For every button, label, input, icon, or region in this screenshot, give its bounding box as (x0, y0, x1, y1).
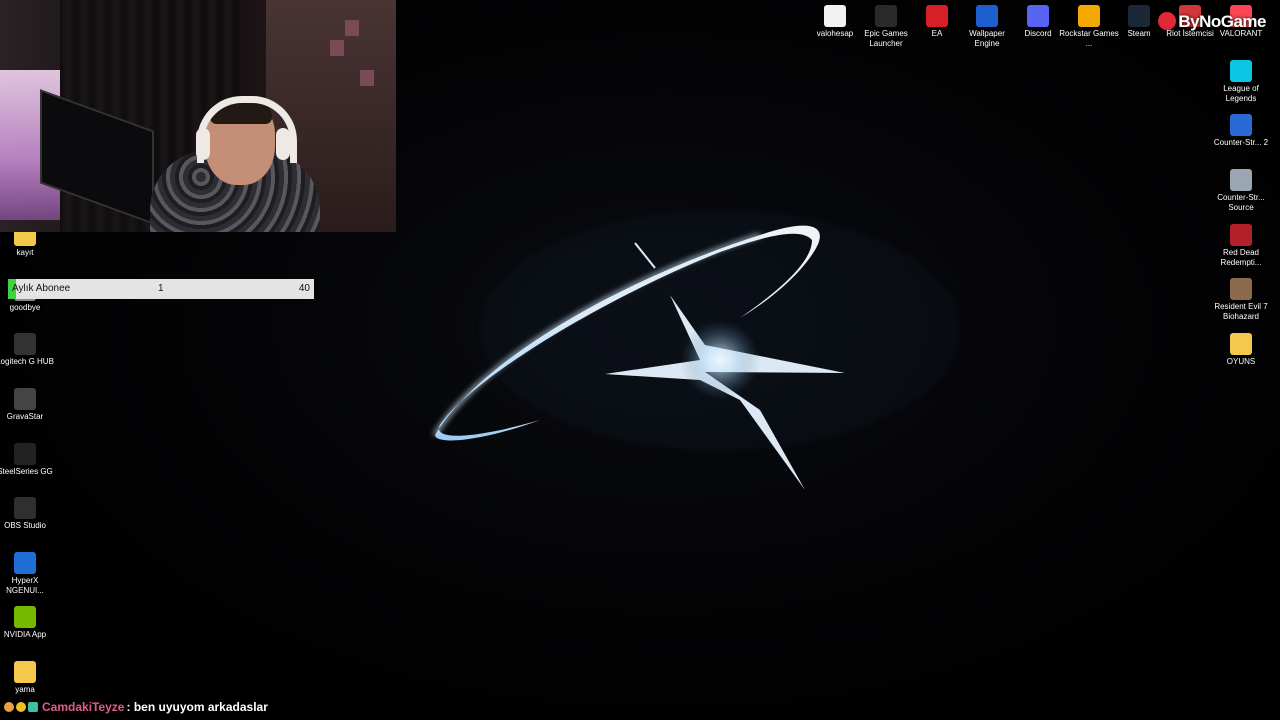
wallpaper-engine-icon (976, 5, 998, 27)
re7-icon (1230, 278, 1252, 300)
webcam-poster (345, 20, 359, 36)
rdr-icon (1230, 224, 1252, 246)
epic-games-icon (875, 5, 897, 27)
gravastar-icon (14, 388, 36, 410)
desktop-shortcut-logitech[interactable]: Logitech G HUB (0, 333, 56, 367)
shortcut-label: goodbye (9, 303, 41, 312)
hyperx-icon (14, 552, 36, 574)
cs2-icon (1230, 114, 1252, 136)
subscriber-goal-bar: Aylık Abonee 1 40 (8, 279, 314, 299)
folder-icon (1230, 333, 1252, 355)
shortcut-label: Red Dead Redempti... (1220, 248, 1262, 267)
desktop-shortcut-folder[interactable]: yama (0, 661, 56, 695)
obs-icon (14, 497, 36, 519)
goal-target: 40 (298, 283, 310, 294)
badge-icon (16, 702, 26, 712)
badge-icon (28, 702, 38, 712)
desktop-shortcut-league[interactable]: League of Legends (1210, 60, 1272, 104)
desktop-shortcut-cs2[interactable]: Counter-Str... 2 (1210, 114, 1272, 148)
goal-current: 1 (158, 283, 164, 294)
shortcut-label: kayıt (16, 248, 34, 257)
desktop-shortcut-folder[interactable]: OYUNS (1210, 333, 1272, 367)
logitech-icon (14, 333, 36, 355)
text-file-icon (824, 5, 846, 27)
desktop-shortcut-re7[interactable]: Resident Evil 7 Biohazard (1210, 278, 1272, 322)
shortcut-label: yama (15, 685, 35, 694)
desktop-shortcut-rdr[interactable]: Red Dead Redempti... (1210, 224, 1272, 268)
chat-message: CamdakiTeyze : ben uyuyom arkadaslar (4, 700, 268, 714)
nvidia-icon (14, 606, 36, 628)
css-icon (1230, 169, 1252, 191)
steelseries-icon (14, 443, 36, 465)
shortcut-label: OBS Studio (4, 521, 46, 530)
watermark-text: ByNoGame (1178, 12, 1266, 31)
shortcut-label: SteelSeries GG (0, 467, 53, 476)
webcam-poster (360, 70, 374, 86)
webcam-headset-cup (276, 128, 290, 160)
goal-label: Aylık Abonee (12, 283, 71, 294)
chat-username: CamdakiTeyze (42, 700, 125, 714)
shortcut-label: Resident Evil 7 Biohazard (1214, 302, 1268, 321)
shortcut-label: GravaStar (6, 412, 44, 421)
watermark: ByNoGame (1158, 12, 1266, 32)
desktop-shortcut-obs[interactable]: OBS Studio (0, 497, 56, 531)
discord-icon (1027, 5, 1049, 27)
steam-icon (1128, 5, 1150, 27)
shortcut-label: Counter-Str... Source (1217, 193, 1265, 212)
shortcut-label: NVIDIA App (3, 630, 47, 639)
desktop-shortcut-steelseries[interactable]: SteelSeries GG (0, 443, 56, 477)
ea-icon (926, 5, 948, 27)
shortcut-label: OYUNS (1226, 357, 1256, 366)
webcam-headset-cup (196, 128, 210, 160)
chat-text: : ben uyuyom arkadaslar (126, 700, 268, 714)
league-icon (1230, 60, 1252, 82)
shortcut-label: HyperX NGENUI... (6, 576, 44, 595)
desktop-shortcut-css[interactable]: Counter-Str... Source (1210, 169, 1272, 213)
rockstar-icon (1078, 5, 1100, 27)
shortcut-label: League of Legends (1223, 84, 1259, 103)
desktop-shortcut-nvidia[interactable]: NVIDIA App (0, 606, 56, 640)
desktop[interactable]: valohesap Epic Games Launcher EA Wallpaper … (0, 0, 1280, 720)
desktop-shortcut-gravastar[interactable]: GravaStar (0, 388, 56, 422)
webcam-overlay (0, 0, 396, 232)
webcam-poster (330, 40, 344, 56)
badge-icon (4, 702, 14, 712)
shortcut-label: Counter-Str... 2 (1213, 138, 1269, 147)
watermark-logo-icon (1158, 12, 1177, 30)
shortcut-label: Logitech G HUB (0, 357, 54, 366)
desktop-shortcut-hyperx[interactable]: HyperX NGENUI... (0, 552, 56, 596)
folder-icon (14, 661, 36, 683)
